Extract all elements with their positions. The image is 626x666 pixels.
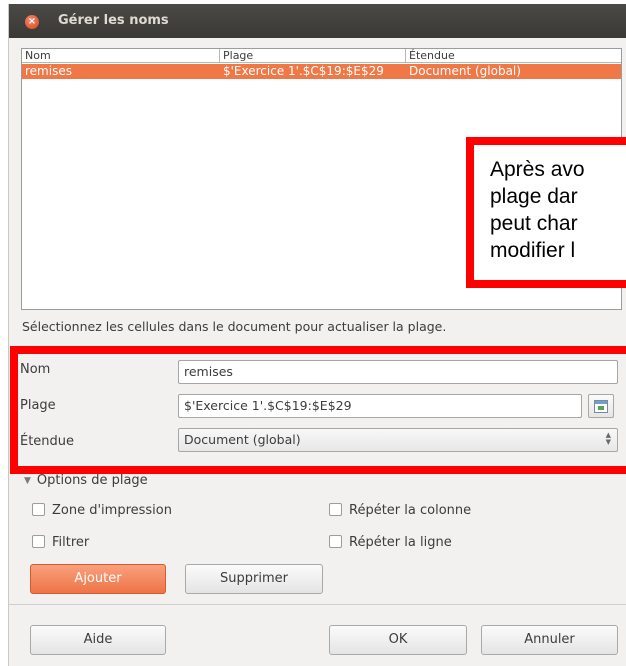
row-range: $'Exercice 1'.$C$19:$E$29 [223,64,384,78]
column-header-scope[interactable]: Étendue [406,49,621,63]
cancel-button[interactable]: Annuler [481,625,618,655]
name-label: Nom [20,362,51,377]
list-row-selected[interactable]: remises $'Exercice 1'.$C$19:$E$29 Docume… [22,64,621,79]
hint-text: Sélectionnez les cellules dans le docume… [22,319,447,334]
callout-line: Après avo [490,158,585,181]
delete-button[interactable]: Supprimer [185,564,323,594]
checkbox-label: Répéter la ligne [349,535,452,550]
range-label: Plage [20,398,56,413]
checkbox-label: Zone d'impression [52,503,172,518]
scope-select-value: Document (global) [184,432,301,447]
filter-checkbox[interactable]: Filtrer [32,535,89,550]
range-options-expander[interactable]: ▼ Options de plage [24,473,148,488]
checkbox-label: Filtrer [52,535,90,550]
print-area-checkbox[interactable]: Zone d'impression [32,503,172,518]
expander-label: Options de plage [36,473,148,488]
annotation-callout: Après avo plage dar peut char modifier l [466,137,626,288]
scope-label: Étendue [20,434,75,449]
row-name: remises [25,64,72,78]
shrink-icon [594,400,608,413]
scope-select[interactable]: Document (global) ▲ ▼ [178,428,618,452]
callout-line: modifier l [490,239,576,262]
callout-line: peut char [490,212,578,235]
add-button[interactable]: Ajouter [30,564,166,594]
checkbox-box[interactable] [32,535,45,548]
row-scope: Document (global) [409,64,521,78]
callout-line: plage dar [490,185,578,208]
column-header-name[interactable]: Nom [22,49,220,63]
list-header: Nom Plage Étendue [22,49,621,63]
callout-text: Après avo plage dar peut char modifier l [490,156,626,264]
close-icon[interactable]: × [25,15,39,29]
spin-arrows-icon: ▲ ▼ [605,431,611,446]
repeat-row-checkbox[interactable]: Répéter la ligne [329,535,452,550]
name-input[interactable]: remises [178,360,618,384]
checkbox-box[interactable] [329,535,342,548]
repeat-column-checkbox[interactable]: Répéter la colonne [329,503,471,518]
column-header-range[interactable]: Plage [220,49,406,63]
checkbox-box[interactable] [329,503,342,516]
checkbox-label: Répéter la colonne [349,503,472,518]
shrink-range-button[interactable] [588,394,614,418]
divider [8,604,626,605]
title-bar: × Gérer les noms [9,4,626,38]
range-input[interactable]: $'Exercice 1'.$C$19:$E$29 [178,394,582,418]
expander-triangle-icon: ▼ [24,476,31,486]
checkbox-box[interactable] [32,503,45,516]
help-button[interactable]: Aide [30,625,166,655]
window-title: Gérer les noms [58,13,169,28]
ok-button[interactable]: OK [329,625,467,655]
